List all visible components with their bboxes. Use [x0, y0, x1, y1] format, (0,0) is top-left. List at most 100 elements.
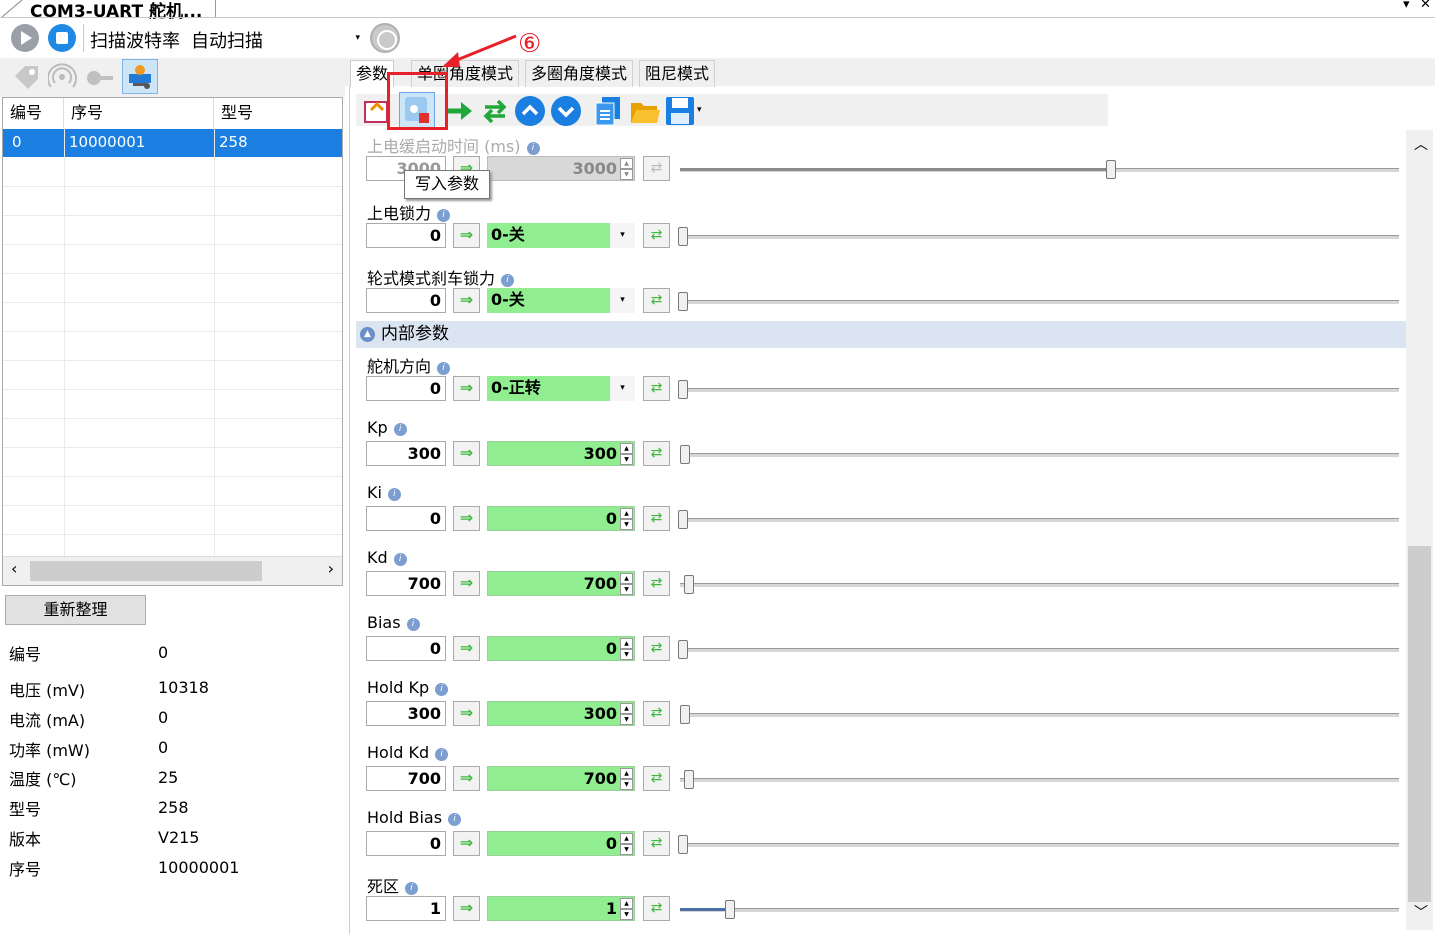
refresh-icon[interactable]: ⇄	[643, 223, 670, 248]
refresh-icon[interactable]: ⇄	[643, 156, 670, 181]
tab-multi-turn[interactable]: 多圈角度模式	[525, 60, 634, 87]
info-icon[interactable]: i	[393, 423, 407, 436]
info-icon[interactable]: i	[435, 748, 449, 761]
refresh-icon[interactable]: ⇄	[643, 766, 670, 791]
column-header-id[interactable]: 编号	[3, 98, 64, 128]
param-spinner[interactable]: 300 ▲ ▼	[487, 701, 635, 726]
spin-up-icon[interactable]: ▲	[620, 158, 633, 169]
param-spinner[interactable]: 0 ▲ ▼	[487, 506, 635, 531]
column-header-serial[interactable]: 序号	[64, 98, 214, 128]
param-spinner[interactable]: 700 ▲ ▼	[487, 766, 635, 791]
slider-thumb[interactable]	[678, 292, 688, 311]
info-icon[interactable]: i	[393, 553, 407, 566]
chevron-left-icon[interactable]: ‹	[11, 559, 17, 578]
param-slider-track[interactable]	[680, 713, 1399, 717]
refresh-icon[interactable]: ⇄	[643, 288, 670, 313]
folder-open-icon[interactable]	[629, 95, 661, 127]
table-row[interactable]: 0 10000001 258	[3, 129, 342, 157]
spin-down-icon[interactable]: ▼	[620, 454, 633, 465]
param-slider-track[interactable]	[680, 235, 1399, 239]
spin-down-icon[interactable]: ▼	[620, 649, 633, 660]
collapse-icon[interactable]: ▲	[360, 327, 375, 342]
param-slider-track[interactable]	[680, 778, 1399, 782]
param-slider-track[interactable]	[680, 648, 1399, 652]
apply-arrow-button[interactable]: ⇒	[453, 441, 480, 466]
chevron-up-icon[interactable]: ︿	[1414, 134, 1428, 154]
chevron-down-icon[interactable]: ▾	[610, 288, 635, 313]
slider-thumb[interactable]	[684, 770, 694, 789]
spin-down-icon[interactable]: ▼	[620, 844, 633, 855]
scrollbar-thumb[interactable]	[1408, 546, 1431, 902]
apply-arrow-button[interactable]: ⇒	[453, 831, 480, 856]
apply-arrow-button[interactable]: ⇒	[453, 766, 480, 791]
spin-down-icon[interactable]: ▼	[620, 714, 633, 725]
info-icon[interactable]: i	[405, 882, 419, 895]
info-icon[interactable]: i	[526, 142, 540, 155]
window-tab[interactable]: COM3-UART 舵机...	[0, 0, 216, 22]
apply-arrow-button[interactable]: ⇒	[453, 701, 480, 726]
start-scan-button[interactable]	[11, 24, 39, 52]
slider-thumb[interactable]	[725, 900, 735, 919]
spin-down-icon[interactable]: ▼	[620, 909, 633, 920]
spin-up-icon[interactable]: ▲	[620, 573, 633, 584]
slider-thumb[interactable]	[678, 835, 688, 854]
chevron-right-icon[interactable]: ›	[328, 559, 334, 578]
servo-table[interactable]: 编号 序号 型号 0 10000001 258 ‹ ›	[2, 97, 343, 586]
section-header-internal[interactable]: ▲ 内部参数	[356, 321, 1406, 348]
refresh-icon[interactable]: ⇄	[643, 896, 670, 921]
save-icon[interactable]	[664, 95, 696, 127]
window-close-button[interactable]: ✕	[1420, 0, 1431, 12]
apply-arrow-button[interactable]: ⇒	[453, 376, 480, 401]
param-spinner[interactable]: 700 ▲ ▼	[487, 571, 635, 596]
chevron-down-icon[interactable]: ▾	[610, 376, 635, 401]
apply-arrow-button[interactable]: ⇒	[453, 223, 480, 248]
refresh-icon[interactable]: ⇄	[643, 636, 670, 661]
refresh-icon[interactable]: ⇄	[643, 441, 670, 466]
param-slider-track[interactable]	[680, 453, 1399, 457]
vertical-scrollbar[interactable]: ︿ ﹀	[1406, 130, 1433, 930]
info-icon[interactable]: i	[406, 618, 420, 631]
refresh-icon[interactable]: ⇄	[643, 831, 670, 856]
spin-up-icon[interactable]: ▲	[620, 638, 633, 649]
spin-up-icon[interactable]: ▲	[620, 898, 633, 909]
refresh-icon[interactable]: ⇄	[643, 701, 670, 726]
info-icon[interactable]: i	[387, 488, 401, 501]
param-slider-track[interactable]	[680, 843, 1399, 847]
param-slider-track[interactable]	[680, 583, 1399, 587]
tag-icon[interactable]	[12, 63, 42, 91]
param-slider-track[interactable]	[680, 300, 1399, 304]
info-icon[interactable]: i	[501, 274, 515, 287]
save-dropdown-icon[interactable]: ▾	[697, 105, 702, 115]
scrollbar-thumb[interactable]	[30, 561, 262, 581]
servo-icon[interactable]	[83, 63, 115, 91]
param-slider-track[interactable]	[680, 518, 1399, 522]
chevron-down-icon[interactable]: ▾	[610, 223, 635, 248]
param-slider-track[interactable]	[680, 908, 1399, 912]
slider-thumb[interactable]	[680, 445, 690, 464]
info-icon[interactable]: i	[437, 362, 451, 375]
info-icon[interactable]: i	[448, 813, 462, 826]
column-header-model[interactable]: 型号	[214, 98, 342, 128]
horizontal-scrollbar[interactable]: ‹ ›	[3, 556, 342, 585]
slider-thumb[interactable]	[678, 510, 688, 529]
arrow-right-icon[interactable]	[445, 96, 475, 126]
refresh-icon[interactable]: ⇄	[643, 571, 670, 596]
apply-arrow-button[interactable]: ⇒	[453, 636, 480, 661]
reorganize-button[interactable]: 重新整理	[5, 595, 146, 625]
slider-thumb[interactable]	[680, 705, 690, 724]
param-select[interactable]: 0-正转	[487, 376, 610, 401]
param-spinner[interactable]: 1 ▲ ▼	[487, 896, 635, 921]
refresh-icon[interactable]: ⇄	[643, 506, 670, 531]
chevron-down-icon[interactable]: ﹀	[1414, 902, 1428, 922]
apply-arrow-button[interactable]: ⇒	[453, 571, 480, 596]
spin-up-icon[interactable]: ▲	[620, 833, 633, 844]
spin-up-icon[interactable]: ▲	[620, 443, 633, 454]
param-spinner[interactable]: 0 ▲ ▼	[487, 831, 635, 856]
slider-thumb[interactable]	[684, 575, 694, 594]
window-menu-button[interactable]: ▾	[1403, 0, 1410, 12]
info-icon[interactable]: i	[435, 683, 449, 696]
copy-document-icon[interactable]	[592, 95, 624, 127]
spin-down-icon[interactable]: ▼	[620, 779, 633, 790]
apply-arrow-button[interactable]: ⇒	[453, 896, 480, 921]
slider-thumb[interactable]	[678, 640, 688, 659]
